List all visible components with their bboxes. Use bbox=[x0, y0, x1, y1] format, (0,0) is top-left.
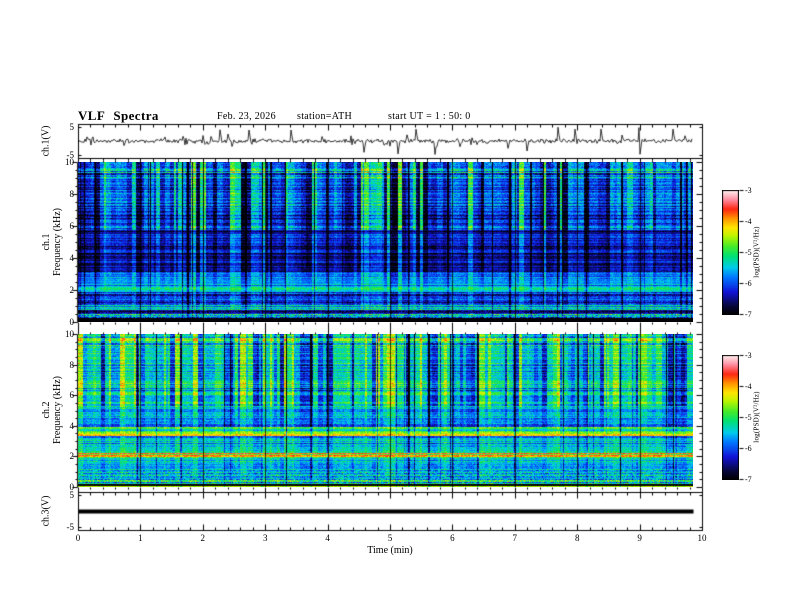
freq-tick-label: 6 bbox=[69, 390, 75, 401]
x-tick-label: 9 bbox=[637, 533, 642, 543]
x-tick-label: 2 bbox=[200, 533, 206, 543]
colorbar-tick-label: -6 bbox=[745, 444, 752, 453]
colorbar-tick-label: -7 bbox=[745, 475, 752, 484]
ylabel-ch2-frequency: ch.2 Frequency (kHz) bbox=[41, 376, 63, 444]
colorbar-tick-label: -7 bbox=[745, 310, 752, 319]
ylabel-ch2-line2: Frequency (kHz) bbox=[52, 375, 63, 445]
freq-tick-label: 4 bbox=[69, 253, 75, 263]
colorbar-tick-label: -5 bbox=[745, 248, 752, 257]
freq-tick-label: 6 bbox=[69, 221, 75, 231]
colorbar-tick-label: -3 bbox=[745, 351, 752, 360]
x-tick-label: 8 bbox=[574, 533, 580, 543]
colorbar-tick-label: -6 bbox=[745, 279, 752, 288]
volt-tick-label: 5 bbox=[69, 121, 75, 132]
axes-overlay-canvas bbox=[0, 0, 792, 612]
colorbar-tick-label: -4 bbox=[745, 217, 752, 226]
freq-tick-label: 8 bbox=[69, 359, 75, 370]
x-tick-label: 6 bbox=[450, 533, 455, 543]
colorbar-2-label: log(PSD)(V²/Hz) bbox=[752, 391, 761, 443]
freq-tick-label: 0 bbox=[69, 317, 75, 327]
colorbar-tick-label: -4 bbox=[745, 382, 752, 391]
freq-tick-label: 8 bbox=[69, 189, 75, 199]
x-tick-label: 10 bbox=[697, 533, 707, 543]
ylabel-ch1-frequency: ch.1 Frequency (kHz) bbox=[41, 208, 63, 276]
ylabel-ch1-line1: ch.1 bbox=[41, 233, 52, 251]
vlf-spectra-figure: VLF Spectra Feb. 23, 2026 station=ATH st… bbox=[0, 0, 792, 612]
freq-tick-label: 10 bbox=[65, 329, 74, 339]
colorbar-tick-label: -5 bbox=[745, 413, 752, 422]
x-tick-label: 7 bbox=[512, 533, 518, 543]
colorbar-1-label: log(PSD)(V²/Hz) bbox=[752, 226, 761, 278]
colorbar-tick-label: -3 bbox=[745, 186, 752, 195]
ylabel-ch2-line1: ch.2 bbox=[41, 401, 52, 419]
freq-tick-label: 2 bbox=[69, 285, 75, 295]
volt-tick-label: -5 bbox=[66, 521, 75, 532]
x-tick-label: 5 bbox=[387, 533, 393, 543]
x-tick-label: 0 bbox=[75, 533, 81, 543]
volt-tick-label: 5 bbox=[69, 490, 75, 501]
x-tick-label: 3 bbox=[262, 533, 268, 543]
x-tick-label: 4 bbox=[325, 533, 330, 543]
xaxis-title: Time (min) bbox=[367, 545, 413, 556]
ylabel-ch1-line2: Frequency (kHz) bbox=[52, 207, 63, 277]
volt-tick-label: -5 bbox=[66, 150, 75, 161]
x-tick-label: 1 bbox=[138, 533, 143, 543]
freq-tick-label: 2 bbox=[69, 451, 75, 462]
freq-tick-label: 4 bbox=[69, 420, 75, 431]
